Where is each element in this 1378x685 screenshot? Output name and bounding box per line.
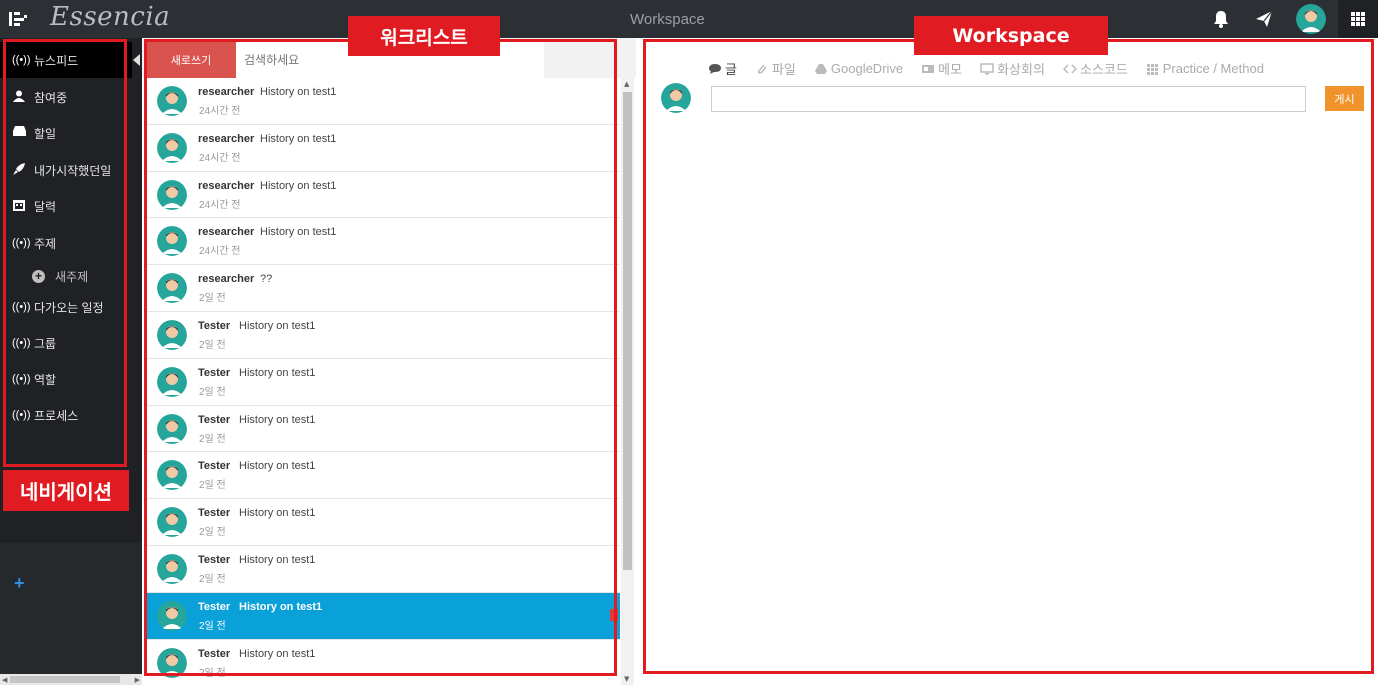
scroll-left-icon[interactable]: ◀ <box>2 676 7 684</box>
vertical-scrollbar[interactable]: ▲ ▼ <box>621 78 634 685</box>
bell-icon[interactable] <box>1211 9 1231 29</box>
top-bar: Essencia Workspace <box>0 0 1378 38</box>
scroll-up-icon[interactable]: ▲ <box>624 80 629 88</box>
sidebar-lower-panel <box>0 543 142 685</box>
add-button[interactable]: + <box>14 573 25 594</box>
menu-toggle-icon[interactable] <box>8 10 28 28</box>
scroll-down-icon[interactable]: ▼ <box>624 675 629 683</box>
worklist-annotation-label: 워크리스트 <box>348 16 500 56</box>
page-title: Workspace <box>630 11 705 28</box>
workspace-highlight-box <box>643 39 1374 674</box>
scroll-right-icon[interactable]: ▶ <box>135 676 140 684</box>
navigation-annotation-label: 네비게이션 <box>3 470 129 511</box>
apps-grid-icon <box>1351 12 1365 26</box>
horizontal-scrollbar[interactable]: ◀ ▶ <box>0 674 142 685</box>
workspace-annotation-label: Workspace <box>914 16 1108 55</box>
navigation-highlight-box <box>3 39 127 467</box>
apps-grid-button[interactable] <box>1338 0 1378 38</box>
scrollbar-thumb[interactable] <box>623 92 632 570</box>
collapse-arrow-icon[interactable] <box>133 54 140 66</box>
avatar-icon <box>1296 4 1326 34</box>
worklist-highlight-box <box>144 39 617 676</box>
scrollbar-thumb[interactable] <box>10 676 120 683</box>
user-avatar[interactable] <box>1296 4 1326 34</box>
paper-plane-icon[interactable] <box>1254 9 1274 29</box>
brand-logo[interactable]: Essencia <box>50 2 170 32</box>
